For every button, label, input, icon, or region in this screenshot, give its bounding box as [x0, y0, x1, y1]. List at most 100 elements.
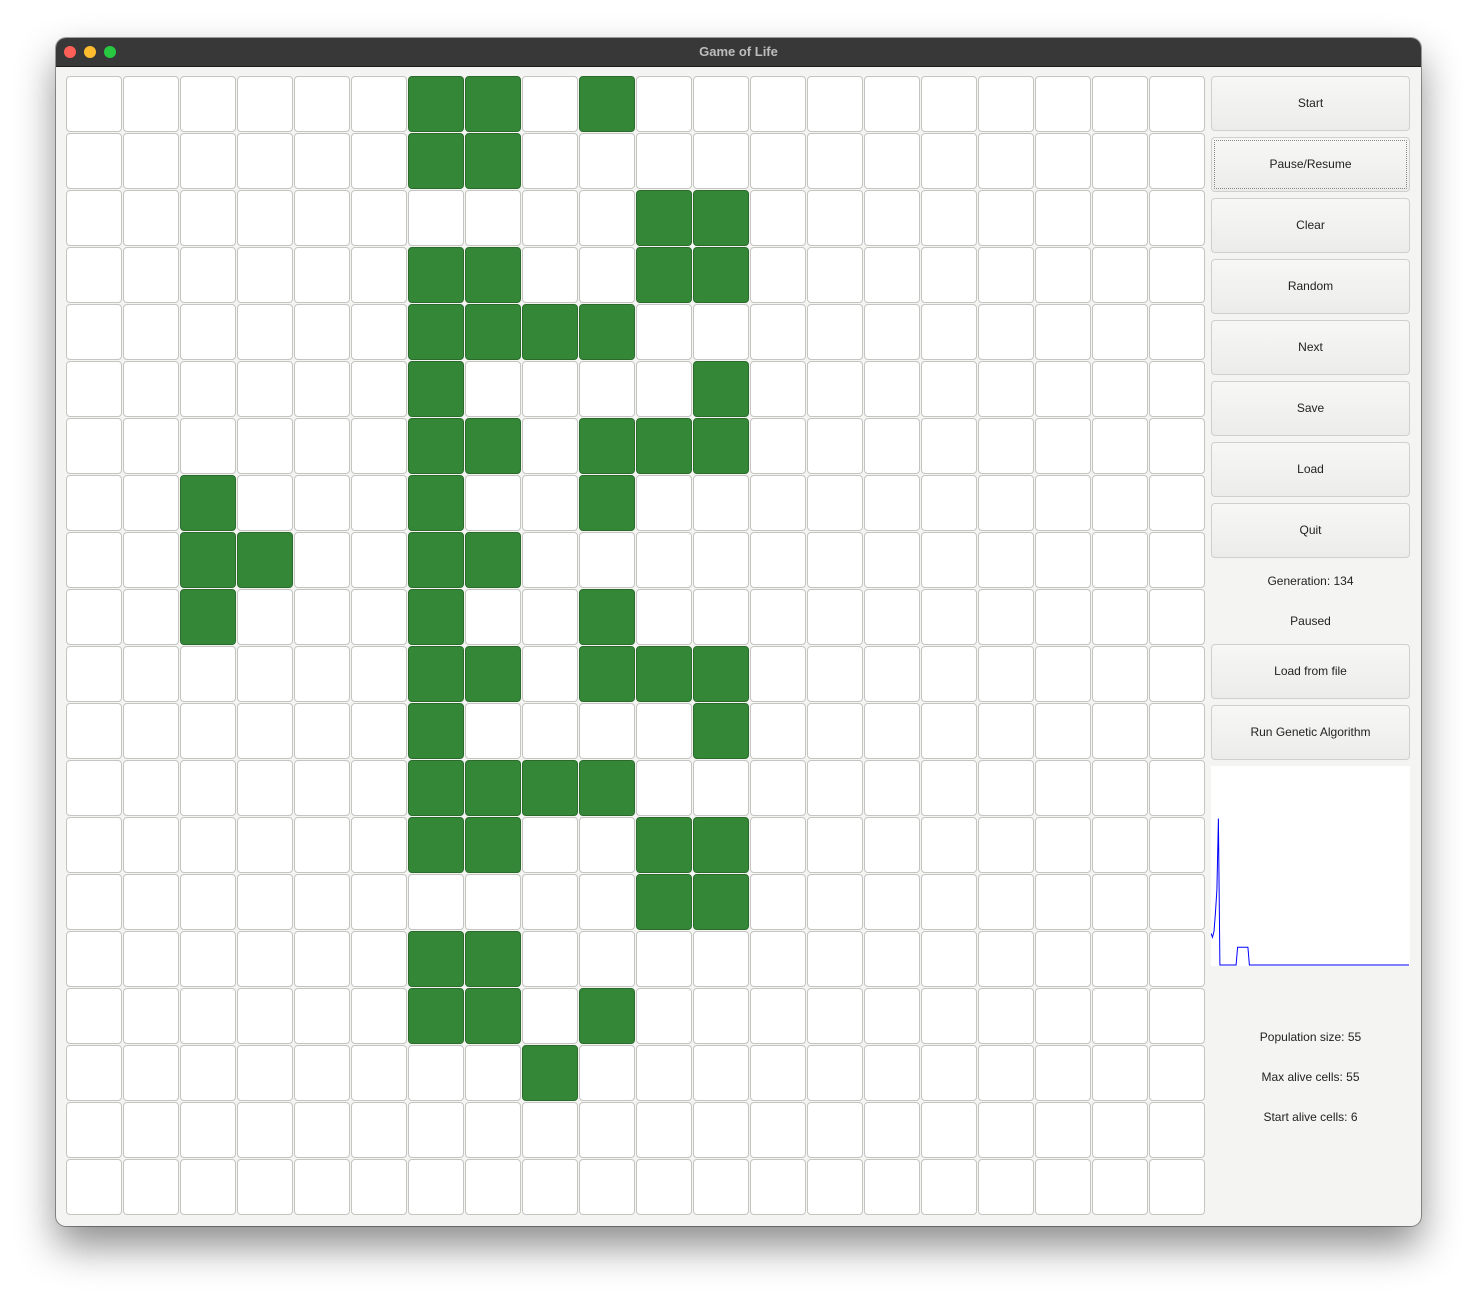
cell-dead[interactable]: [864, 304, 920, 360]
cell-dead[interactable]: [579, 247, 635, 303]
cell-dead[interactable]: [636, 76, 692, 132]
cell-dead[interactable]: [1035, 1159, 1091, 1215]
cell-dead[interactable]: [180, 190, 236, 246]
cell-dead[interactable]: [864, 532, 920, 588]
cell-dead[interactable]: [1092, 1159, 1148, 1215]
cell-alive[interactable]: [636, 646, 692, 702]
cell-dead[interactable]: [1035, 133, 1091, 189]
cell-dead[interactable]: [693, 1102, 749, 1158]
cell-dead[interactable]: [1092, 418, 1148, 474]
cell-dead[interactable]: [579, 1102, 635, 1158]
cell-dead[interactable]: [294, 532, 350, 588]
cell-alive[interactable]: [408, 988, 464, 1044]
cell-dead[interactable]: [750, 361, 806, 417]
cell-dead[interactable]: [1149, 1102, 1205, 1158]
cell-dead[interactable]: [1149, 418, 1205, 474]
cell-dead[interactable]: [351, 646, 407, 702]
cell-dead[interactable]: [465, 475, 521, 531]
cell-alive[interactable]: [465, 304, 521, 360]
cell-dead[interactable]: [180, 1045, 236, 1101]
cell-dead[interactable]: [750, 931, 806, 987]
cell-dead[interactable]: [180, 988, 236, 1044]
cell-dead[interactable]: [1035, 76, 1091, 132]
cell-alive[interactable]: [693, 418, 749, 474]
cell-dead[interactable]: [294, 190, 350, 246]
cell-dead[interactable]: [465, 190, 521, 246]
cell-dead[interactable]: [864, 247, 920, 303]
cell-dead[interactable]: [1092, 1102, 1148, 1158]
cell-dead[interactable]: [237, 475, 293, 531]
cell-dead[interactable]: [408, 874, 464, 930]
cell-dead[interactable]: [294, 76, 350, 132]
cell-dead[interactable]: [978, 247, 1034, 303]
cell-dead[interactable]: [807, 1159, 863, 1215]
cell-dead[interactable]: [522, 76, 578, 132]
cell-dead[interactable]: [66, 133, 122, 189]
cell-alive[interactable]: [693, 247, 749, 303]
cell-dead[interactable]: [978, 1159, 1034, 1215]
cell-dead[interactable]: [66, 1102, 122, 1158]
cell-alive[interactable]: [408, 589, 464, 645]
cell-alive[interactable]: [465, 817, 521, 873]
cell-dead[interactable]: [921, 1045, 977, 1101]
cell-dead[interactable]: [978, 418, 1034, 474]
cell-dead[interactable]: [978, 703, 1034, 759]
cell-dead[interactable]: [66, 874, 122, 930]
cell-alive[interactable]: [636, 190, 692, 246]
cell-dead[interactable]: [1149, 361, 1205, 417]
cell-alive[interactable]: [579, 475, 635, 531]
cell-dead[interactable]: [807, 817, 863, 873]
cell-dead[interactable]: [693, 1159, 749, 1215]
cell-dead[interactable]: [351, 817, 407, 873]
cell-dead[interactable]: [693, 475, 749, 531]
cell-dead[interactable]: [807, 760, 863, 816]
cell-dead[interactable]: [978, 76, 1034, 132]
cell-dead[interactable]: [123, 532, 179, 588]
cell-dead[interactable]: [123, 190, 179, 246]
start-button[interactable]: Start: [1211, 76, 1410, 131]
cell-dead[interactable]: [1035, 1102, 1091, 1158]
cell-dead[interactable]: [636, 988, 692, 1044]
cell-dead[interactable]: [864, 988, 920, 1044]
cell-dead[interactable]: [522, 703, 578, 759]
cell-dead[interactable]: [123, 418, 179, 474]
cell-dead[interactable]: [465, 1159, 521, 1215]
cell-dead[interactable]: [978, 817, 1034, 873]
cell-dead[interactable]: [693, 760, 749, 816]
cell-alive[interactable]: [465, 646, 521, 702]
cell-dead[interactable]: [66, 475, 122, 531]
cell-dead[interactable]: [1092, 646, 1148, 702]
cell-dead[interactable]: [1092, 190, 1148, 246]
cell-dead[interactable]: [921, 532, 977, 588]
cell-dead[interactable]: [351, 475, 407, 531]
cell-dead[interactable]: [180, 760, 236, 816]
cell-dead[interactable]: [1149, 931, 1205, 987]
cell-dead[interactable]: [1149, 1159, 1205, 1215]
cell-dead[interactable]: [522, 475, 578, 531]
cell-alive[interactable]: [408, 703, 464, 759]
cell-dead[interactable]: [579, 361, 635, 417]
cell-alive[interactable]: [408, 133, 464, 189]
cell-dead[interactable]: [636, 532, 692, 588]
cell-dead[interactable]: [978, 589, 1034, 645]
cell-dead[interactable]: [180, 874, 236, 930]
cell-dead[interactable]: [921, 703, 977, 759]
cell-dead[interactable]: [237, 988, 293, 1044]
cell-dead[interactable]: [864, 646, 920, 702]
cell-dead[interactable]: [1092, 703, 1148, 759]
cell-dead[interactable]: [693, 931, 749, 987]
cell-dead[interactable]: [465, 361, 521, 417]
cell-alive[interactable]: [408, 931, 464, 987]
cell-dead[interactable]: [522, 190, 578, 246]
cell-dead[interactable]: [1035, 703, 1091, 759]
cell-dead[interactable]: [693, 589, 749, 645]
cell-alive[interactable]: [522, 304, 578, 360]
cell-dead[interactable]: [579, 703, 635, 759]
cell-dead[interactable]: [750, 1159, 806, 1215]
cell-alive[interactable]: [465, 133, 521, 189]
cell-dead[interactable]: [921, 190, 977, 246]
cell-dead[interactable]: [921, 304, 977, 360]
cell-dead[interactable]: [1092, 133, 1148, 189]
cell-dead[interactable]: [522, 874, 578, 930]
cell-dead[interactable]: [522, 646, 578, 702]
